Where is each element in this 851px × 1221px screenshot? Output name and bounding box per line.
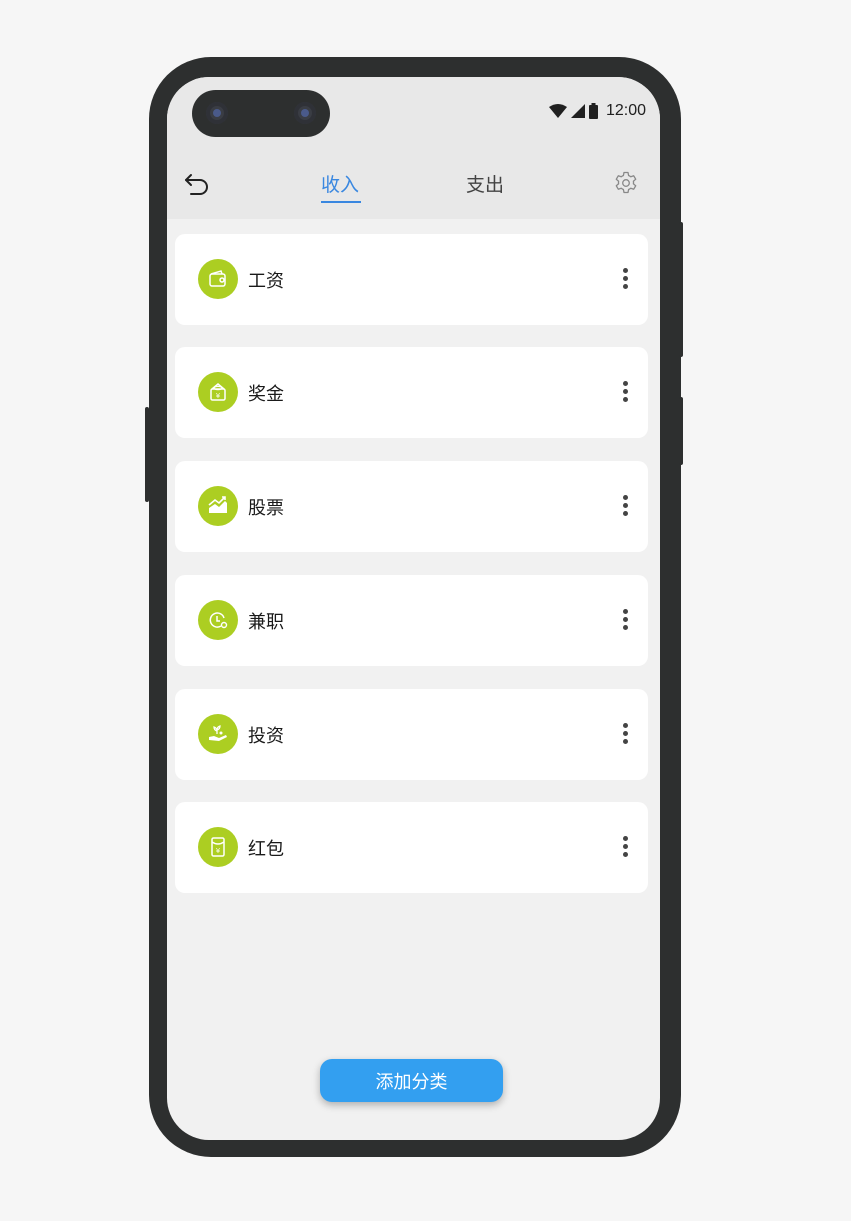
category-label: 股票	[248, 498, 284, 519]
category-item-wage[interactable]: 工资	[175, 234, 648, 325]
gear-icon	[615, 171, 637, 194]
more-options-button[interactable]	[615, 834, 635, 860]
status-time: 12:00	[605, 102, 646, 119]
category-item-part-time[interactable]: 兼职	[175, 575, 648, 666]
more-options-button[interactable]	[615, 266, 635, 292]
more-options-button[interactable]	[615, 379, 635, 405]
camera-cutout	[192, 90, 330, 137]
stock-chart-icon	[198, 486, 238, 526]
category-item-investment[interactable]: 投资	[175, 689, 648, 780]
svg-text:¥: ¥	[216, 847, 221, 855]
category-item-stock[interactable]: 股票	[175, 461, 648, 552]
category-label: 投资	[248, 726, 284, 747]
category-item-bonus[interactable]: ¥ 奖金	[175, 347, 648, 438]
more-options-button[interactable]	[615, 493, 635, 519]
settings-button[interactable]	[614, 171, 638, 195]
back-button[interactable]	[183, 169, 213, 199]
battery-icon	[588, 103, 598, 119]
wifi-icon	[548, 104, 567, 118]
bonus-bag-icon: ¥	[198, 372, 238, 412]
power-button	[679, 222, 683, 357]
status-bar: 12:00	[548, 101, 646, 121]
tab-income[interactable]: 收入	[321, 170, 359, 197]
tab-expense[interactable]: 支出	[466, 170, 504, 197]
category-label: 兼职	[248, 612, 284, 633]
svg-text:¥: ¥	[216, 392, 221, 400]
red-envelope-icon: ¥	[198, 827, 238, 867]
category-label: 工资	[248, 271, 284, 292]
volume-button	[679, 397, 683, 465]
wallet-icon	[198, 259, 238, 299]
investment-hand-icon	[198, 714, 238, 754]
screen: 12:00 收入 支出 工资 ¥ 奖金 股票 兼职 投资 ¥ 红包 添加分类	[167, 77, 660, 1140]
signal-icon	[570, 104, 585, 118]
phone-frame: 12:00 收入 支出 工资 ¥ 奖金 股票 兼职 投资 ¥ 红包 添加分类	[145, 57, 683, 1157]
more-options-button[interactable]	[615, 607, 635, 633]
part-time-clock-icon	[198, 600, 238, 640]
side-button-left	[145, 407, 149, 502]
header-area: 12:00 收入 支出	[167, 77, 660, 219]
category-label: 红包	[248, 839, 284, 860]
more-options-button[interactable]	[615, 721, 635, 747]
category-label: 奖金	[248, 384, 284, 405]
back-arrow-icon	[185, 174, 208, 195]
active-tab-indicator	[321, 201, 361, 203]
add-category-button[interactable]: 添加分类	[320, 1059, 503, 1102]
category-item-red-envelope[interactable]: ¥ 红包	[175, 802, 648, 893]
